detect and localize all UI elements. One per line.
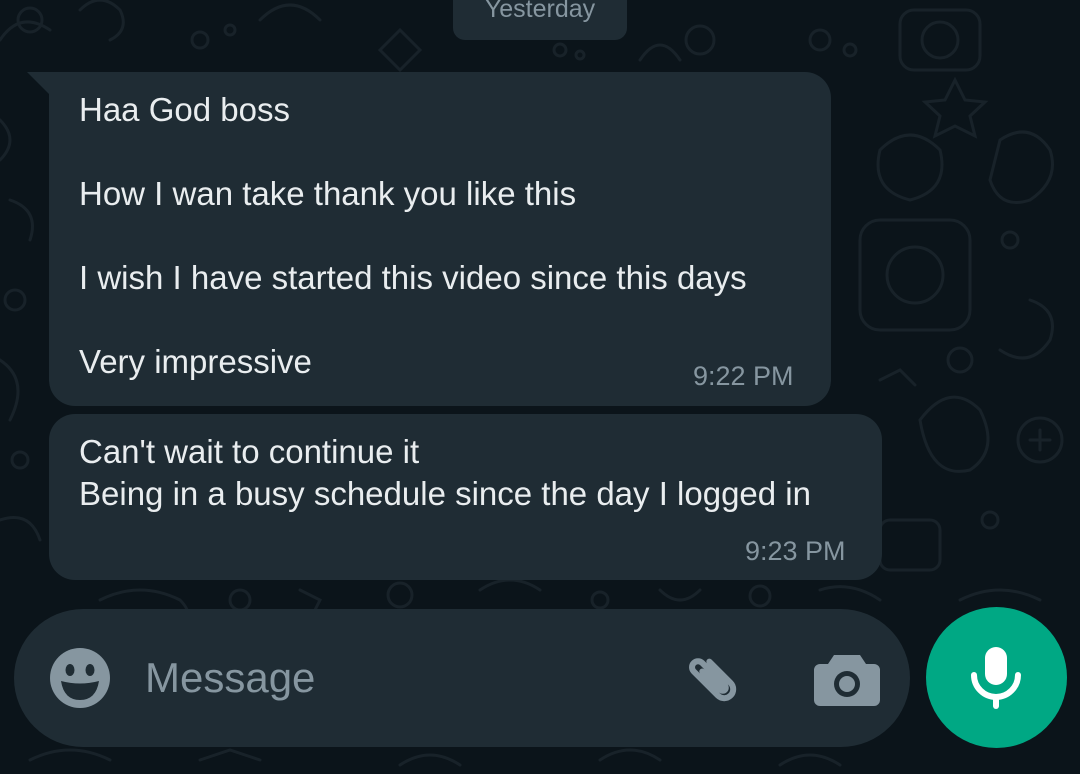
camera-icon[interactable] [814, 647, 880, 711]
bubble-tail [27, 72, 49, 94]
message-placeholder: Message [145, 654, 316, 701]
incoming-message-bubble[interactable]: Can't wait to continue it Being in a bus… [49, 414, 882, 580]
message-line: Haa God boss [79, 91, 290, 128]
message-line: How I wan take thank you like this [79, 175, 577, 212]
chat-screen: Yesterday Haa God boss How I wan take th… [0, 0, 1080, 774]
message-timestamp: 9:22 PM [693, 361, 794, 391]
message-composer: Message [14, 609, 910, 747]
message-line: Very impressive [79, 343, 312, 380]
microphone-button[interactable] [926, 607, 1067, 748]
message-timestamp: 9:23 PM [745, 536, 846, 566]
date-separator: Yesterday [453, 0, 627, 40]
message-line: I wish I have started this video since t… [79, 259, 747, 296]
message-line: Being in a busy schedule since the day I… [79, 475, 811, 512]
incoming-message-bubble[interactable]: Haa God boss How I wan take thank you li… [27, 72, 831, 406]
microphone-icon [971, 647, 1021, 709]
paperclip-icon[interactable] [680, 645, 750, 715]
emoji-icon[interactable] [48, 646, 112, 710]
message-line: Can't wait to continue it [79, 433, 420, 470]
